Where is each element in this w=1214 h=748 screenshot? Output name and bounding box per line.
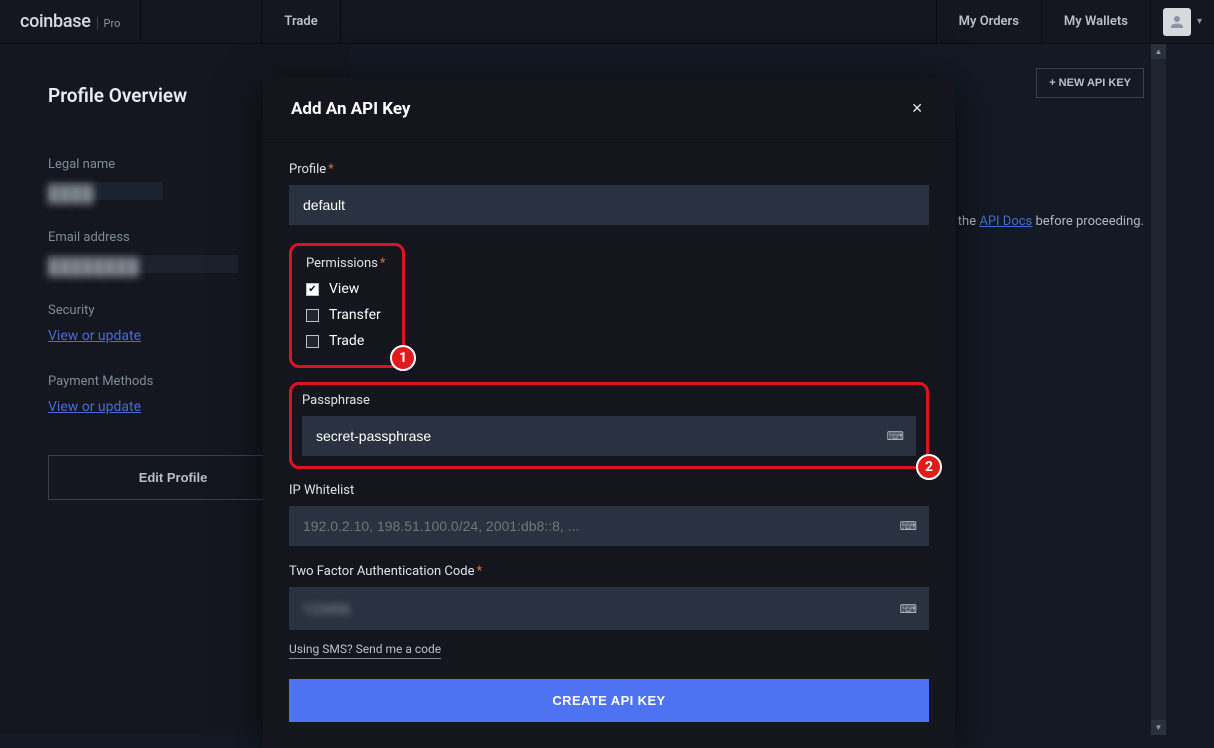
new-api-key-button[interactable]: + NEW API KEY [1036,68,1144,98]
tfa-input[interactable]: 123456 ⌨ [289,587,929,630]
send-sms-code-link[interactable]: Using SMS? Send me a code [289,642,441,659]
checkbox-checked-icon: ✔ [306,283,319,296]
top-bar: coinbase Pro Trade My Orders My Wallets … [0,0,1214,44]
ip-whitelist-label: IP Whitelist [289,483,929,498]
checkbox-unchecked-icon [306,335,319,348]
tfa-label: Two Factor Authentication Code* [289,564,929,579]
api-docs-link[interactable]: API Docs [979,214,1032,229]
divider [340,0,341,44]
add-api-key-modal: Add An API Key ✕ Profile* Permissions* ✔… [263,78,955,748]
annotation-1-badge: 1 [390,345,416,371]
permission-trade-label: Trade [329,333,364,349]
permission-view-label: View [329,281,359,297]
tfa-value: 123456 [303,602,350,618]
vertical-scrollbar[interactable]: ▲ ▼ [1151,44,1166,735]
docs-hint: Read the API Docs before proceeding. [925,214,1144,229]
permissions-label: Permissions* [306,256,388,271]
legal-name-value: ████ [48,182,163,200]
close-icon[interactable]: ✕ [907,97,927,121]
edit-profile-button[interactable]: Edit Profile [48,455,298,500]
modal-header: Add An API Key ✕ [263,78,955,140]
profile-select[interactable] [289,185,929,225]
nav-trade[interactable]: Trade [262,0,339,44]
divider [140,0,141,44]
tfa-section: Two Factor Authentication Code* 123456 ⌨ [289,564,929,630]
permission-trade-checkbox[interactable]: Trade [306,333,388,349]
checkbox-unchecked-icon [306,309,319,322]
ip-whitelist-section: IP Whitelist ⌨ [289,483,929,546]
profile-section: Profile* [289,162,929,225]
docs-hint-suffix: before proceeding. [1032,214,1144,229]
brand-logo[interactable]: coinbase Pro [0,11,140,32]
passphrase-label: Passphrase [302,393,916,408]
profile-label: Profile* [289,162,929,177]
permission-transfer-checkbox[interactable]: Transfer [306,307,388,323]
annotation-2-badge: 2 [916,454,942,480]
scroll-up-icon[interactable]: ▲ [1151,44,1166,59]
permissions-section: Permissions* ✔ View Transfer Trade 1 [289,243,405,368]
ip-whitelist-input[interactable] [289,506,929,546]
user-menu[interactable]: ▾ [1151,8,1214,36]
email-value: ████████ [48,255,238,273]
keyboard-icon: ⌨ [900,602,917,616]
permission-transfer-label: Transfer [329,307,381,323]
passphrase-input[interactable] [302,416,916,456]
chevron-down-icon: ▾ [1197,16,1202,27]
permission-view-checkbox[interactable]: ✔ View [306,281,388,297]
brand-main: coinbase [20,11,91,32]
brand-sub: Pro [97,17,121,30]
create-api-key-button[interactable]: CREATE API KEY [289,679,929,722]
avatar-icon [1163,8,1191,36]
nav-my-orders[interactable]: My Orders [937,0,1041,44]
modal-title: Add An API Key [291,99,411,119]
scroll-down-icon[interactable]: ▼ [1151,720,1166,735]
nav-my-wallets[interactable]: My Wallets [1042,0,1150,44]
passphrase-section: Passphrase ⌨ 2 [289,382,929,469]
